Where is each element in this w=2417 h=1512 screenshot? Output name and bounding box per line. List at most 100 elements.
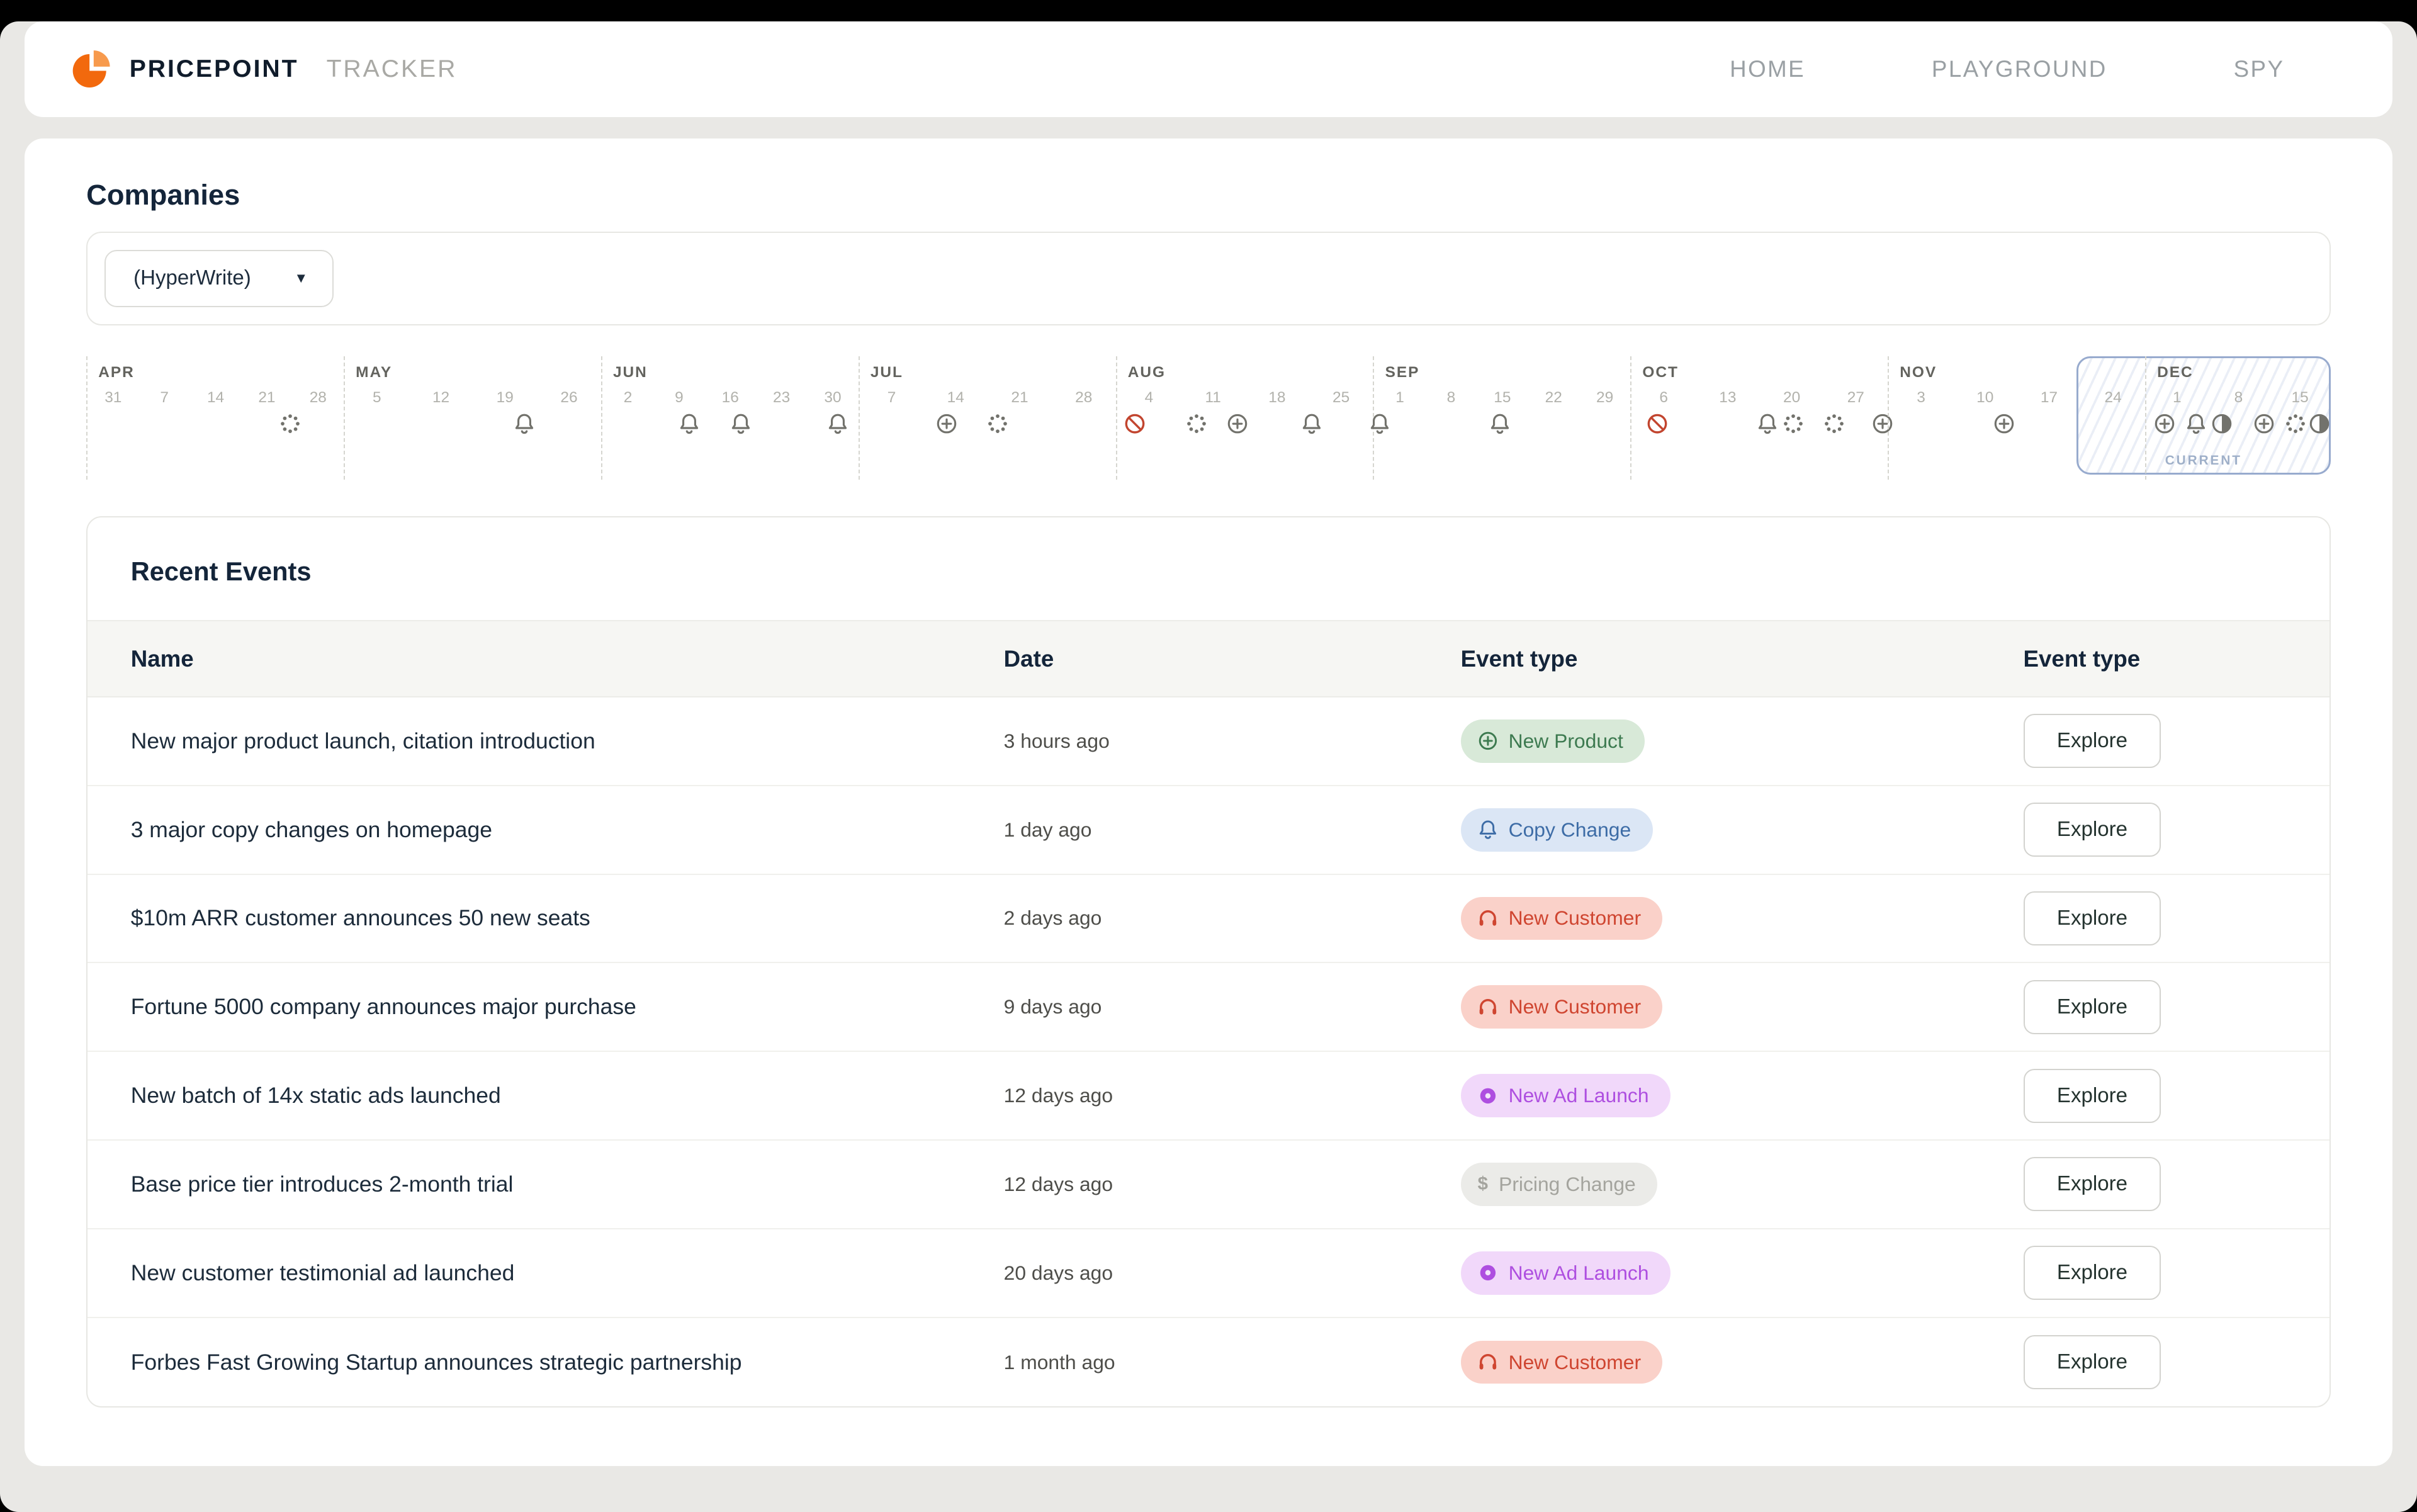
- timeline-week-label: 15: [1477, 389, 1528, 407]
- event-name: Forbes Fast Growing Startup announces st…: [131, 1350, 1004, 1375]
- nav-item-playground[interactable]: PLAYGROUND: [1932, 56, 2107, 82]
- event-type-badge: Copy Change: [1461, 808, 1653, 852]
- ban-icon[interactable]: [1124, 413, 1146, 434]
- plus-circle-icon[interactable]: [936, 413, 957, 434]
- timeline-month-label: SEP: [1385, 364, 1631, 381]
- event-date: 9 days ago: [1004, 995, 1461, 1018]
- bell-icon: [1478, 820, 1498, 840]
- event-name: New batch of 14x static ads launched: [131, 1083, 1004, 1109]
- brand-name-primary: PRICEPOINT: [130, 55, 299, 83]
- explore-button[interactable]: Explore: [2024, 1069, 2161, 1123]
- plus-circle-icon[interactable]: [1227, 413, 1248, 434]
- explore-button[interactable]: Explore: [2024, 1335, 2161, 1389]
- timeline-month-may: MAY 5 12 19 26: [344, 356, 601, 480]
- timeline-month-nov: NOV 3 10 17 24: [1888, 356, 2145, 480]
- timeline-week-label: 2: [602, 389, 653, 407]
- nav-item-home[interactable]: HOME: [1730, 56, 1805, 82]
- brand-name-secondary: TRACKER: [327, 55, 458, 83]
- timeline-month-label: AUG: [1128, 364, 1373, 381]
- explore-button[interactable]: Explore: [2024, 803, 2161, 857]
- timeline-week-label: 17: [2017, 389, 2082, 407]
- column-header-event-type-2: Event type: [2024, 646, 2287, 672]
- timeline-week-label: 4: [1117, 389, 1181, 407]
- half-circle-icon[interactable]: [2211, 413, 2233, 434]
- plus-circle-icon[interactable]: [2253, 413, 2275, 434]
- timeline-week-label: 23: [756, 389, 807, 407]
- pricepoint-logo-icon: [71, 49, 111, 89]
- timeline-week-label: 20: [1760, 389, 1824, 407]
- timeline-week-label: 26: [537, 389, 601, 407]
- table-row: Fortune 5000 company announces major pur…: [87, 963, 2330, 1052]
- plus-circle-icon[interactable]: [1993, 413, 2015, 434]
- plus-circle-icon[interactable]: [2154, 413, 2175, 434]
- burst-icon[interactable]: [279, 413, 300, 434]
- timeline-week-label: 1: [2146, 389, 2208, 407]
- event-name: 3 major copy changes on homepage: [131, 817, 1004, 843]
- timeline-week-label: 21: [988, 389, 1052, 407]
- bell-icon[interactable]: [2185, 413, 2207, 434]
- event-type-badge: New Customer: [1461, 897, 1663, 940]
- explore-button[interactable]: Explore: [2024, 1246, 2161, 1300]
- half-circle-icon[interactable]: [2309, 413, 2330, 434]
- timeline-month-label: MAY: [356, 364, 601, 381]
- timeline-week-label: 7: [860, 389, 924, 407]
- timeline-week-label: 15: [2269, 389, 2331, 407]
- burst-icon[interactable]: [1782, 413, 1803, 434]
- table-row: 3 major copy changes on homepage 1 day a…: [87, 786, 2330, 875]
- timeline-month-jun: JUN 2 9 16 23 30: [601, 356, 859, 480]
- bell-icon[interactable]: [1757, 413, 1778, 434]
- ban-icon[interactable]: [1647, 413, 1668, 434]
- column-header-date: Date: [1004, 646, 1461, 672]
- timeline-month-label: APR: [98, 364, 344, 381]
- table-row: $10m ARR customer announces 50 new seats…: [87, 875, 2330, 964]
- burst-icon[interactable]: [1186, 413, 1207, 434]
- bell-icon[interactable]: [679, 413, 700, 434]
- dollar-icon: $: [1478, 1173, 1488, 1195]
- company-dropdown[interactable]: (HyperWrite) ▼: [104, 250, 334, 307]
- burst-icon[interactable]: [2285, 413, 2306, 434]
- headphones-icon: [1478, 1352, 1498, 1372]
- table-row: New customer testimonial ad launched 20 …: [87, 1229, 2330, 1318]
- top-navbar: PRICEPOINT TRACKER HOME PLAYGROUND SPY: [25, 21, 2392, 117]
- timeline-week-label: 9: [653, 389, 704, 407]
- event-name: Base price tier introduces 2-month trial: [131, 1171, 1004, 1197]
- explore-button[interactable]: Explore: [2024, 980, 2161, 1034]
- recent-events-card: Recent Events Name Date Event type Event…: [86, 516, 2331, 1408]
- event-type-badge: New Product: [1461, 719, 1645, 763]
- timeline-month-jul: JUL 7 14 21 28: [859, 356, 1116, 480]
- table-row: Base price tier introduces 2-month trial…: [87, 1141, 2330, 1229]
- main-card: Companies (HyperWrite) ▼ CURRENT APR 31 …: [25, 138, 2392, 1466]
- timeline-month-oct: OCT 6 13 20 27: [1630, 356, 1888, 480]
- bell-icon[interactable]: [827, 413, 848, 434]
- burst-icon[interactable]: [1823, 413, 1845, 434]
- bell-icon[interactable]: [1301, 413, 1322, 434]
- event-type-badge: New Customer: [1461, 1341, 1663, 1384]
- event-date: 1 month ago: [1004, 1351, 1461, 1374]
- timeline-week-label: 10: [1953, 389, 2017, 407]
- bell-icon[interactable]: [1489, 413, 1511, 434]
- timeline-week-label: 31: [87, 389, 138, 407]
- timeline-week-label: 14: [190, 389, 241, 407]
- bell-icon[interactable]: [730, 413, 751, 434]
- timeline-week-label: 18: [1245, 389, 1309, 407]
- chevron-down-icon: ▼: [294, 270, 308, 286]
- timeline-week-label: 11: [1181, 389, 1245, 407]
- explore-button[interactable]: Explore: [2024, 1157, 2161, 1211]
- bell-icon[interactable]: [514, 413, 535, 434]
- table-row: New major product launch, citation intro…: [87, 697, 2330, 786]
- explore-button[interactable]: Explore: [2024, 891, 2161, 945]
- timeline-week-label: 19: [473, 389, 537, 407]
- table-header-row: Name Date Event type Event type: [87, 620, 2330, 697]
- table-row: Forbes Fast Growing Startup announces st…: [87, 1318, 2330, 1407]
- burst-icon[interactable]: [987, 413, 1008, 434]
- nav-item-spy[interactable]: SPY: [2234, 56, 2285, 82]
- timeline-month-label: DEC: [2157, 364, 2331, 381]
- event-type-badge: New Ad Launch: [1461, 1074, 1670, 1117]
- explore-button[interactable]: Explore: [2024, 714, 2161, 768]
- timeline-week-label: 28: [293, 389, 344, 407]
- event-date: 1 day ago: [1004, 818, 1461, 842]
- timeline-month-aug: AUG 4 11 18 25: [1116, 356, 1373, 480]
- bell-icon[interactable]: [1368, 413, 1390, 434]
- event-type-badge: New Ad Launch: [1461, 1251, 1670, 1295]
- timeline-week-label: 16: [705, 389, 756, 407]
